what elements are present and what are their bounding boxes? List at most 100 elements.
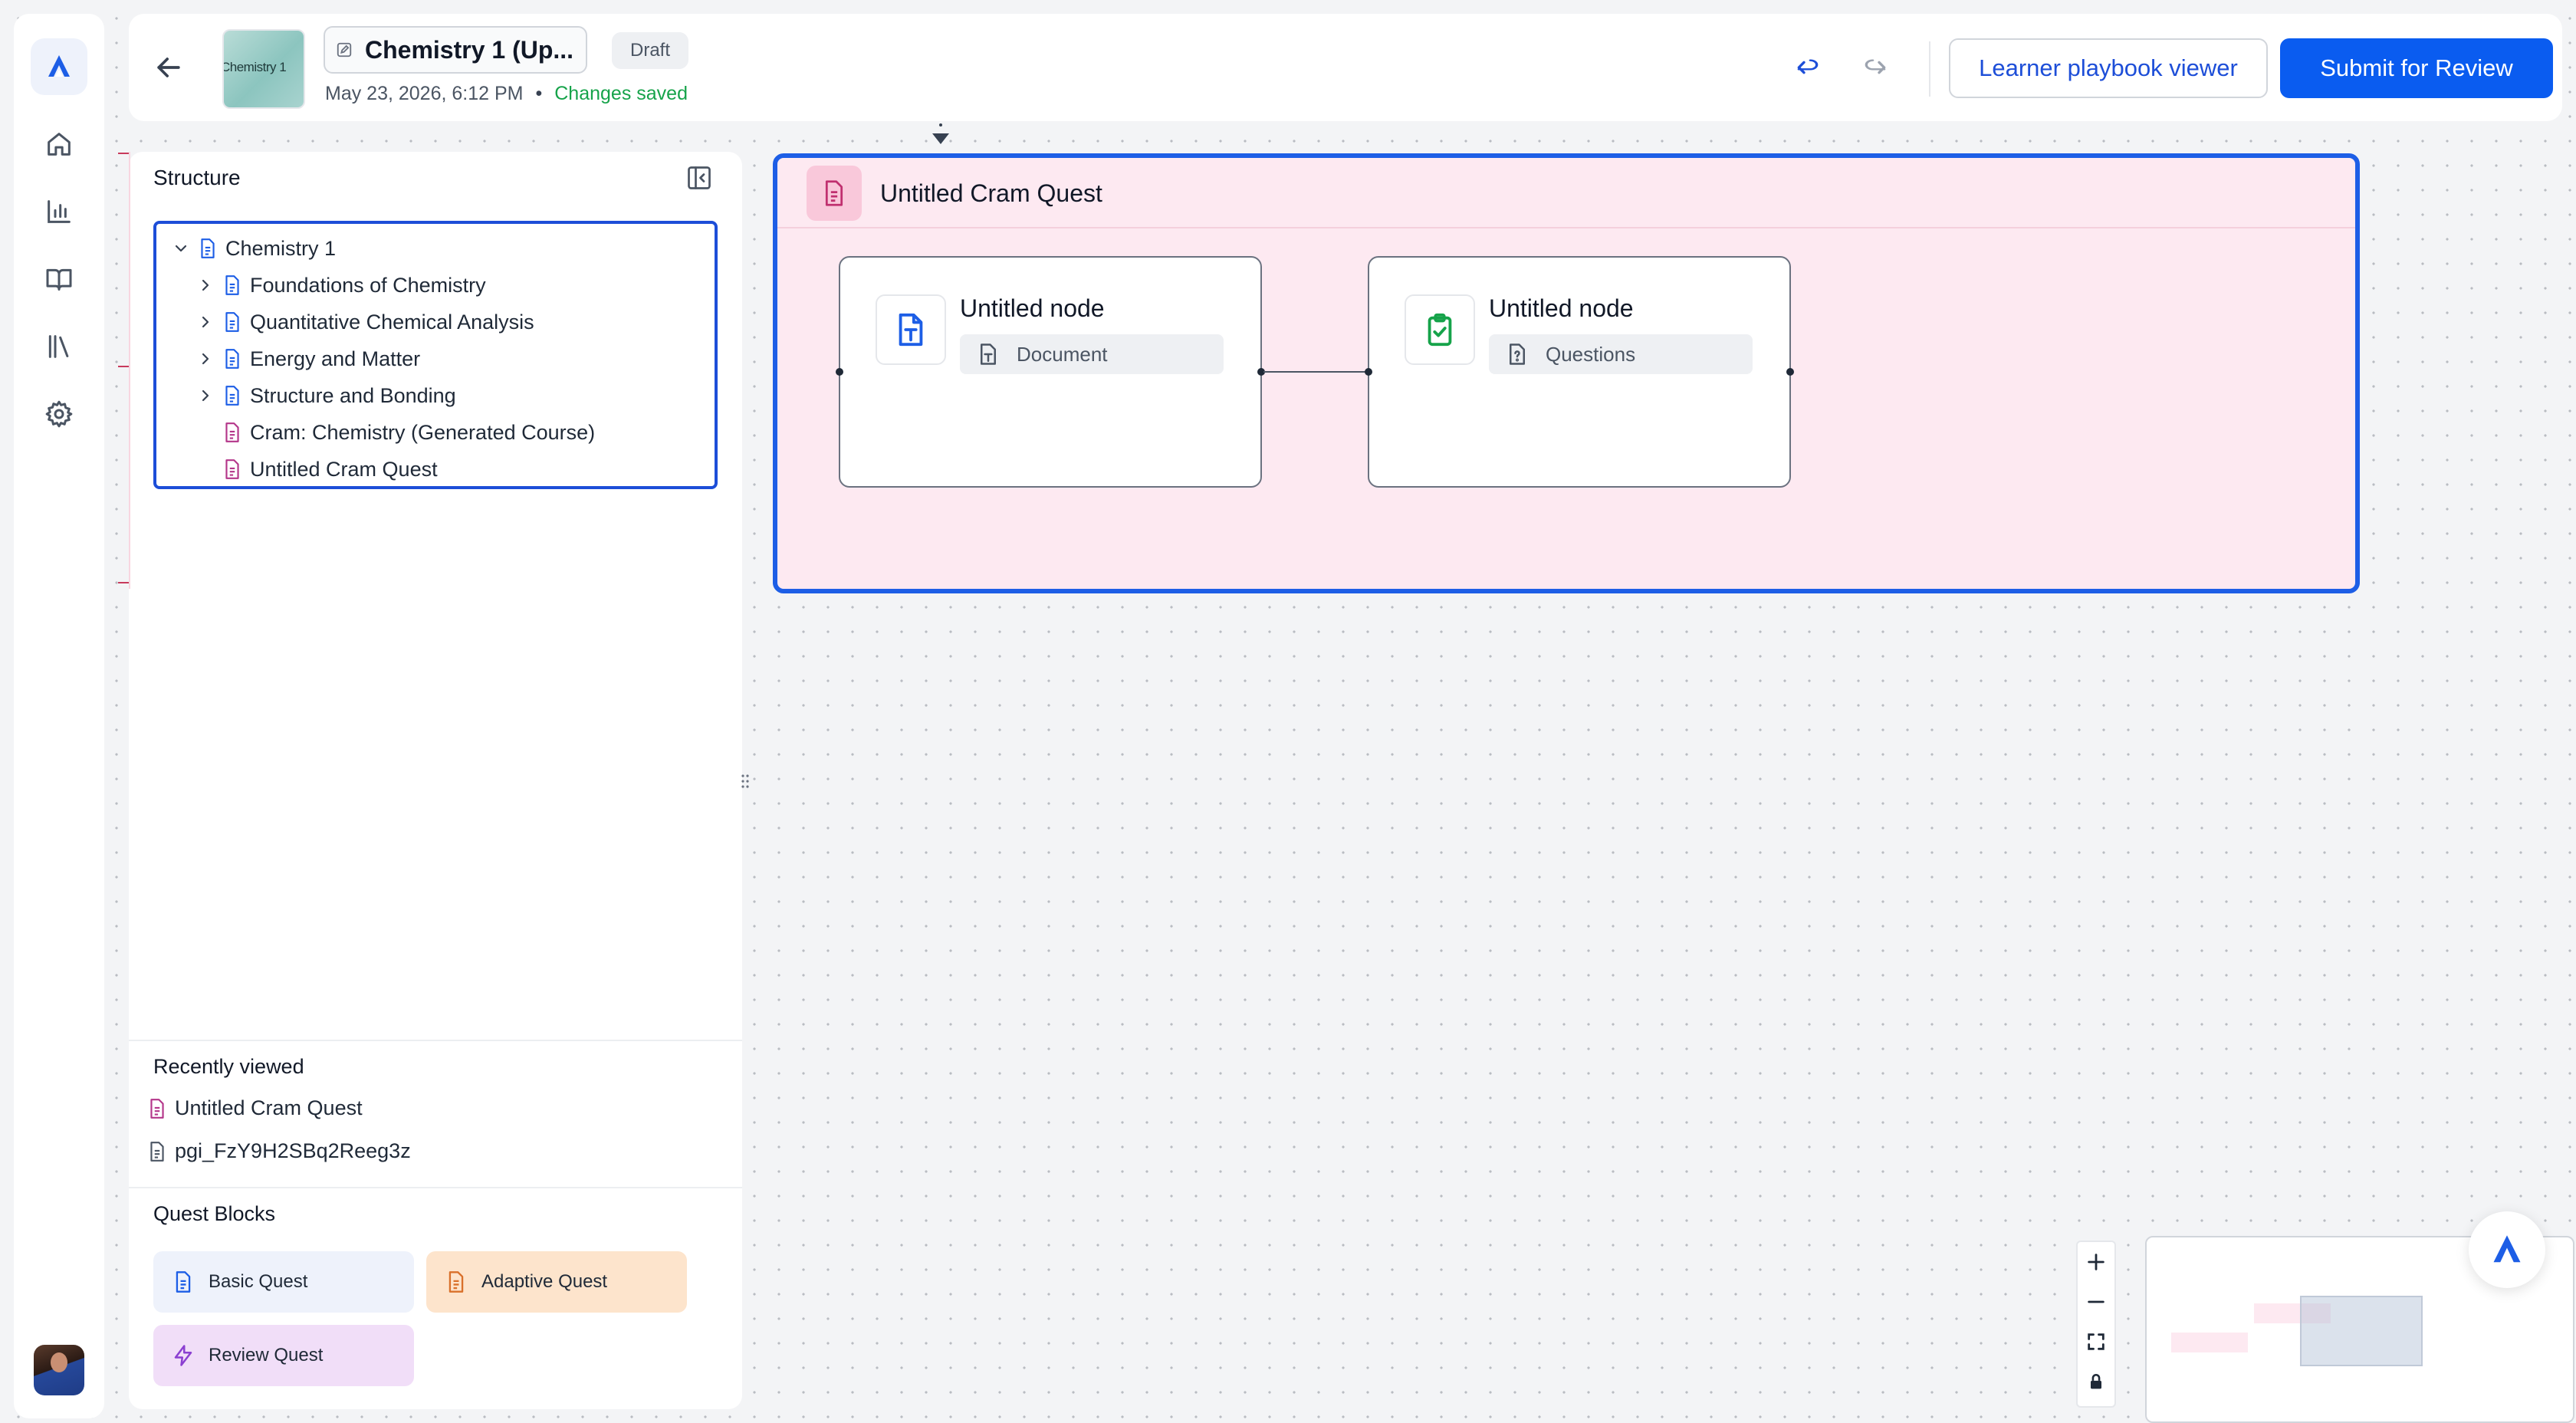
document-icon xyxy=(176,1271,191,1293)
review-quest-label: Review Quest xyxy=(209,1345,324,1365)
meta-separator: • xyxy=(535,83,543,104)
top-bar: Chemistry 1 Chemistry 1 (Up... Draft May… xyxy=(129,14,2562,121)
save-status: Changes saved xyxy=(554,83,688,104)
status-badge: Draft xyxy=(612,32,689,69)
redo-icon[interactable] xyxy=(1860,52,1891,83)
tree-item-label: Quantitative Chemical Analysis xyxy=(250,310,534,334)
document-node[interactable]: Untitled node Document xyxy=(836,256,1265,488)
chevron-right-icon[interactable] xyxy=(196,386,215,405)
node-type-label: Document xyxy=(1017,342,1108,366)
adaptive-quest-block[interactable]: Adaptive Quest xyxy=(426,1251,687,1313)
quest-header: Untitled Cram Quest xyxy=(777,158,2355,228)
review-quest-block[interactable]: Review Quest xyxy=(153,1325,414,1386)
tree-item-label: Untitled Cram Quest xyxy=(250,457,438,481)
incoming-arrow-icon xyxy=(932,123,949,144)
tree-item[interactable]: Untitled Cram Quest xyxy=(156,451,715,488)
quest-title: Untitled Cram Quest xyxy=(880,179,1102,207)
node-title: Untitled node xyxy=(1489,294,1634,322)
collapse-panel-icon[interactable] xyxy=(685,164,713,192)
pencil-icon xyxy=(337,42,352,58)
question-document-icon xyxy=(1510,343,1525,365)
analytics-icon[interactable] xyxy=(34,187,84,236)
document-icon xyxy=(150,1141,164,1162)
submit-for-review-button[interactable]: Submit for Review xyxy=(2280,38,2553,98)
tree-item-label: Energy and Matter xyxy=(250,347,421,370)
node-icon xyxy=(876,294,946,365)
document-icon xyxy=(150,1098,164,1119)
icon-rail xyxy=(14,14,104,1418)
node-icon xyxy=(1405,294,1475,365)
node-type-chip: Questions xyxy=(1489,334,1753,374)
assistant-button[interactable] xyxy=(2469,1211,2545,1288)
document-icon xyxy=(225,422,239,442)
recent-item[interactable]: pgi_FzY9H2SBq2Reeg3z xyxy=(147,1139,411,1163)
node-type-label: Questions xyxy=(1546,342,1636,366)
zoom-controls xyxy=(2076,1241,2116,1408)
undo-icon[interactable] xyxy=(1792,52,1823,83)
user-avatar[interactable] xyxy=(34,1345,84,1395)
book-open-icon[interactable] xyxy=(34,255,84,304)
basic-quest-label: Basic Quest xyxy=(209,1271,308,1292)
tree-item[interactable]: Chemistry 1 xyxy=(156,230,715,267)
tree-item-label: Structure and Bonding xyxy=(250,383,456,407)
adaptive-quest-label: Adaptive Quest xyxy=(481,1271,608,1292)
course-thumbnail: Chemistry 1 xyxy=(222,29,305,109)
document-icon xyxy=(825,180,843,206)
node-input-handle[interactable] xyxy=(836,368,843,376)
quest-icon xyxy=(807,166,862,221)
structure-panel: Structure Chemistry 1 Foundations of Che… xyxy=(129,152,742,1409)
last-saved-timestamp: May 23, 2026, 6:12 PM xyxy=(325,83,524,104)
recent-item-label: Untitled Cram Quest xyxy=(175,1096,363,1119)
save-meta: May 23, 2026, 6:12 PM • Changes saved xyxy=(325,83,688,105)
zoom-in-icon[interactable] xyxy=(2078,1242,2114,1282)
chevron-right-icon[interactable] xyxy=(196,350,215,368)
questions-node[interactable]: Untitled node Questions xyxy=(1365,256,1794,488)
chevron-down-icon[interactable] xyxy=(172,239,190,258)
course-title-field[interactable]: Chemistry 1 (Up... xyxy=(324,26,587,74)
course-title: Chemistry 1 (Up... xyxy=(365,35,574,64)
node-input-handle[interactable] xyxy=(1365,368,1372,376)
node-title: Untitled node xyxy=(960,294,1105,322)
tree-item[interactable]: Energy and Matter xyxy=(156,340,715,377)
quest-group[interactable]: Untitled Cram Quest Untitled node Docume… xyxy=(773,153,2360,593)
minimap-node xyxy=(2171,1333,2248,1352)
recent-item[interactable]: Untitled Cram Quest xyxy=(147,1096,363,1120)
document-icon xyxy=(225,275,239,295)
canvas-edge-marks xyxy=(118,152,130,589)
tree-item[interactable]: Quantitative Chemical Analysis xyxy=(156,304,715,340)
node-output-handle[interactable] xyxy=(1786,368,1794,376)
chevron-right-icon[interactable] xyxy=(196,313,215,331)
basic-quest-block[interactable]: Basic Quest xyxy=(153,1251,414,1313)
zoom-out-icon[interactable] xyxy=(2078,1282,2114,1322)
document-icon xyxy=(225,312,239,332)
clipboard-check-icon xyxy=(1428,313,1452,347)
home-icon[interactable] xyxy=(34,120,84,169)
document-icon xyxy=(449,1271,464,1293)
app-logo[interactable] xyxy=(31,38,87,95)
text-document-icon xyxy=(981,343,996,365)
back-arrow-icon[interactable] xyxy=(152,51,186,84)
toolbar-divider xyxy=(1929,41,1930,97)
tree-item-label: Cram: Chemistry (Generated Course) xyxy=(250,420,596,444)
library-icon[interactable] xyxy=(34,322,84,371)
settings-gear-icon[interactable] xyxy=(34,389,84,439)
lock-icon[interactable] xyxy=(2078,1362,2114,1402)
document-icon xyxy=(225,386,239,406)
document-icon xyxy=(225,349,239,369)
document-icon xyxy=(201,238,215,258)
chevron-right-icon[interactable] xyxy=(196,276,215,294)
tree-item[interactable]: Foundations of Chemistry xyxy=(156,267,715,304)
minimap-viewport[interactable] xyxy=(2300,1296,2423,1366)
learner-playbook-viewer-button[interactable]: Learner playbook viewer xyxy=(1949,38,2268,98)
logo-icon xyxy=(2493,1235,2521,1263)
tree-item[interactable]: Cram: Chemistry (Generated Course) xyxy=(156,414,715,451)
fit-view-icon[interactable] xyxy=(2078,1322,2114,1362)
recent-item-label: pgi_FzY9H2SBq2Reeg3z xyxy=(175,1139,411,1162)
divider xyxy=(129,1040,742,1041)
tree-item[interactable]: Structure and Bonding xyxy=(156,377,715,414)
node-connector xyxy=(1263,371,1368,373)
tree-item-label: Chemistry 1 xyxy=(225,236,337,260)
text-document-icon xyxy=(899,313,923,347)
recently-viewed-title: Recently viewed xyxy=(153,1055,304,1078)
panel-resize-handle[interactable] xyxy=(741,770,750,793)
